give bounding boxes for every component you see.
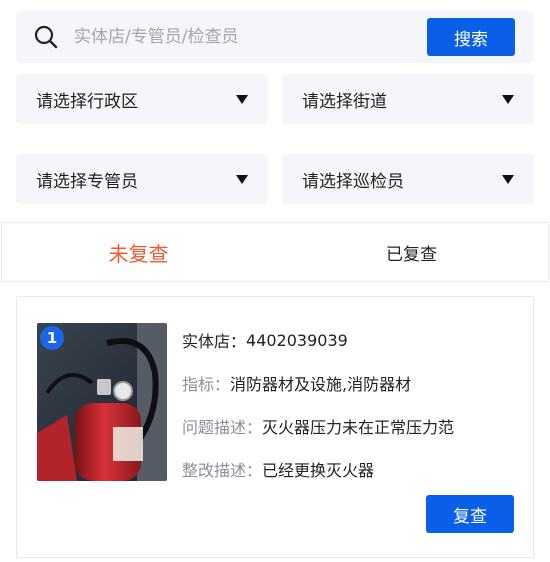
problem-row: 问题描述： 灭火器压力未在正常压力范 (182, 414, 522, 438)
search-button[interactable]: 搜索 (427, 18, 515, 56)
caret-down-icon (236, 94, 248, 104)
inspector-select-label: 请选择巡检员 (302, 171, 404, 192)
recheck-button[interactable]: 复查 (426, 495, 514, 533)
inspector-select[interactable]: 请选择巡检员 (282, 154, 534, 204)
problem-label: 问题描述： (182, 418, 263, 437)
page: 搜索 请选择行政区 请选择街道 请选择专管员 请选择巡检员 未复查 已复查 (0, 0, 550, 562)
record-card[interactable]: 1 实体店： 4402039039 指标： 消防器材及设施,消防器材 问题描述：… (16, 296, 534, 558)
rectify-row: 整改描述： 已经更换灭火器 (182, 457, 522, 481)
store-label: 实体店： (182, 332, 247, 351)
district-select[interactable]: 请选择行政区 (16, 74, 268, 124)
street-select-label: 请选择街道 (302, 91, 387, 112)
problem-value: 灭火器压力未在正常压力范 (262, 418, 455, 437)
rectify-value: 已经更换灭火器 (262, 461, 375, 480)
store-value: 4402039039 (246, 330, 348, 350)
district-select-label: 请选择行政区 (36, 91, 138, 112)
caret-down-icon (236, 174, 248, 184)
record-index-badge: 1 (40, 326, 64, 350)
store-row: 实体店： 4402039039 (182, 328, 522, 352)
search-icon[interactable] (32, 23, 60, 51)
indicator-row: 指标： 消防器材及设施,消防器材 (182, 371, 522, 395)
tab-unreviewed[interactable]: 未复查 (2, 223, 275, 281)
street-select[interactable]: 请选择街道 (282, 74, 534, 124)
caret-down-icon (502, 94, 514, 104)
indicator-value: 消防器材及设施,消防器材 (230, 375, 412, 394)
manager-select[interactable]: 请选择专管员 (16, 154, 268, 204)
caret-down-icon (502, 174, 514, 184)
search-input[interactable] (74, 21, 414, 53)
indicator-label: 指标： (182, 375, 231, 394)
fire-extinguisher-photo[interactable]: 1 (37, 323, 167, 481)
rectify-label: 整改描述： (182, 461, 263, 480)
status-tabs: 未复查 已复查 (1, 222, 549, 282)
tab-reviewed[interactable]: 已复查 (275, 223, 548, 281)
search-bar: 搜索 (16, 11, 534, 63)
manager-select-label: 请选择专管员 (36, 171, 138, 192)
